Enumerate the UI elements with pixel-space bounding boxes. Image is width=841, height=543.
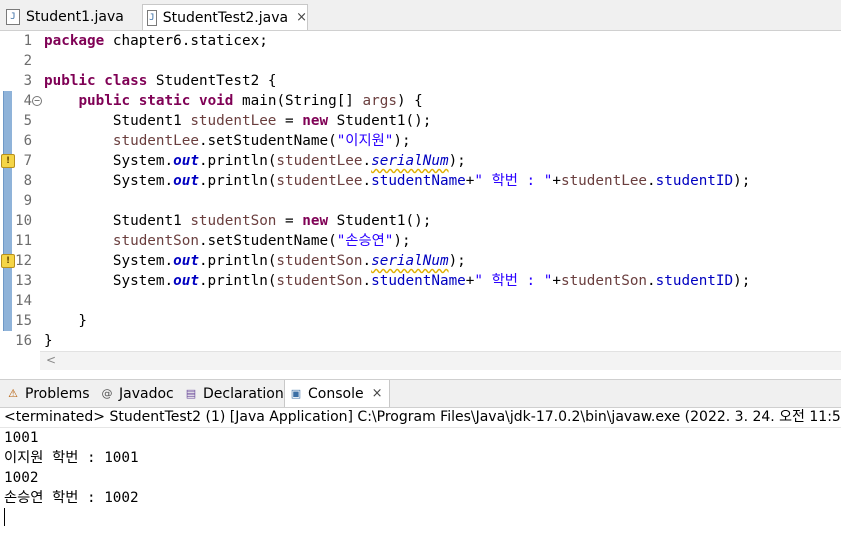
tab-label: Problems xyxy=(25,385,90,402)
code-line-11: studentSon.setStudentName("손승연"); xyxy=(112,233,411,249)
line-number: 1 xyxy=(23,33,32,49)
code-line-4: public static void main(String[] args) { xyxy=(78,93,423,109)
line-number: 16 xyxy=(15,333,32,349)
tab-label: Declaration xyxy=(203,385,284,402)
problems-icon: ⚠ xyxy=(8,386,18,400)
warning-marker-icon[interactable]: ! xyxy=(1,254,15,268)
warning-marker-icon[interactable]: ! xyxy=(1,154,15,168)
tab-student1-java[interactable]: J Student1.java xyxy=(2,4,142,30)
code-line-12: System.out.println(studentSon.serialNum)… xyxy=(44,253,466,269)
code-line-8: System.out.println(studentLee.studentNam… xyxy=(44,173,751,189)
line-number: 5 xyxy=(23,113,32,129)
close-icon[interactable]: × xyxy=(296,10,307,25)
editor-horizontal-scrollbar[interactable]: < xyxy=(40,351,841,370)
console-line: 1002 xyxy=(4,470,39,486)
code-line-15: } xyxy=(44,313,88,329)
line-number: 8 xyxy=(23,173,32,189)
code-line-3: public class StudentTest2 { xyxy=(44,73,277,89)
editor-tab-bar: J Student1.java J StudentTest2.java × xyxy=(0,0,841,31)
javadoc-icon: @ xyxy=(101,386,113,400)
line-number: 3 xyxy=(23,73,32,89)
tab-studenttest2-java[interactable]: J StudentTest2.java × xyxy=(142,4,308,30)
console-status-line: <terminated> StudentTest2 (1) [Java Appl… xyxy=(0,407,841,428)
line-number: 10 xyxy=(15,213,32,229)
close-icon[interactable]: × xyxy=(372,386,383,401)
tab-console[interactable]: ▣ Console × xyxy=(284,380,390,407)
console-line: 이지원 학번 : 1001 xyxy=(4,450,139,466)
tab-javadoc[interactable]: @ Javadoc xyxy=(96,380,180,407)
line-number: 6 xyxy=(23,133,32,149)
view-tab-bar: ⚠ Problems @ Javadoc ▤ Declaration ▣ Con… xyxy=(0,379,841,408)
tab-declaration[interactable]: ▤ Declaration xyxy=(180,380,284,407)
console-icon: ▣ xyxy=(290,386,302,400)
line-number: 2 xyxy=(23,53,32,69)
code-line-16: } xyxy=(44,333,53,349)
tab-label: Student1.java xyxy=(26,9,124,25)
tab-problems[interactable]: ⚠ Problems xyxy=(2,380,96,407)
declaration-icon: ▤ xyxy=(185,386,197,400)
line-number: 15 xyxy=(15,313,32,329)
text-caret xyxy=(4,508,5,526)
code-line-10: Student1 studentSon = new Student1(); xyxy=(44,213,432,229)
line-number-gutter: 1 2 3 4 5 6 7 8 9 10 11 12 13 14 15 16 −… xyxy=(0,31,42,351)
code-line-1: package chapter6.staticex; xyxy=(44,33,268,49)
code-line-13: System.out.println(studentSon.studentNam… xyxy=(44,273,751,289)
fold-collapse-icon[interactable]: − xyxy=(32,96,42,106)
tab-label: Javadoc xyxy=(119,385,174,402)
code-line-7: System.out.println(studentLee.serialNum)… xyxy=(44,153,466,169)
scroll-left-icon[interactable]: < xyxy=(46,353,56,367)
java-file-icon: J xyxy=(147,9,157,26)
code-editor[interactable]: 1 2 3 4 5 6 7 8 9 10 11 12 13 14 15 16 −… xyxy=(0,31,841,370)
line-number: 13 xyxy=(15,273,32,289)
code-line-6: studentLee.setStudentName("이지원"); xyxy=(112,133,411,149)
line-number: 9 xyxy=(23,193,32,209)
code-line-5: Student1 studentLee = new Student1(); xyxy=(44,113,432,129)
java-file-icon: J xyxy=(6,9,20,25)
console-line: 1001 xyxy=(4,430,39,446)
console-line: 손승연 학번 : 1002 xyxy=(4,490,139,506)
line-number: 4 xyxy=(23,93,32,109)
line-number: 14 xyxy=(15,293,32,309)
tab-label: Console xyxy=(308,385,364,402)
line-number: 11 xyxy=(15,233,32,249)
tab-label: StudentTest2.java xyxy=(162,9,289,26)
